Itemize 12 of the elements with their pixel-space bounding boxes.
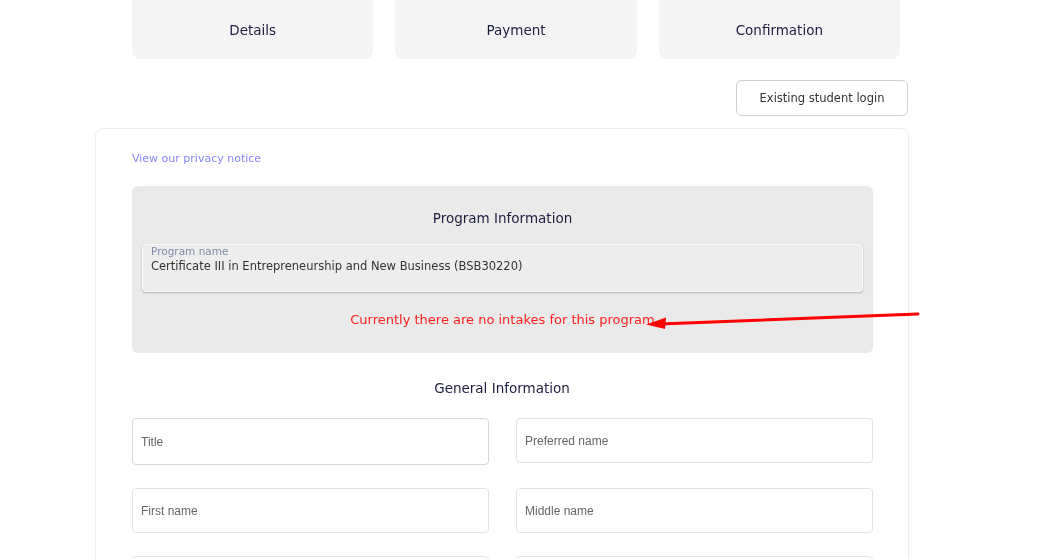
input-field[interactable]: First name	[132, 488, 489, 533]
input-field[interactable]: Preferred name	[516, 418, 873, 463]
section-heading: Program Information	[431, 210, 574, 226]
input-field[interactable]: Title	[132, 418, 489, 465]
step-tab[interactable]: Payment	[395, 0, 637, 59]
error-message: Currently there are no intakes for this program	[350, 312, 655, 327]
program-name-field[interactable]: Program name Certificate III in Entrepreneurship and New Business (BSB30220)	[142, 244, 863, 292]
step-tab[interactable]: Confirmation	[658, 0, 900, 59]
input-field[interactable]: Middle name	[516, 488, 873, 533]
login-button[interactable]: Existing student login	[736, 80, 908, 116]
step-tab[interactable]: Details	[132, 0, 374, 59]
section-heading: General Information	[433, 380, 571, 396]
